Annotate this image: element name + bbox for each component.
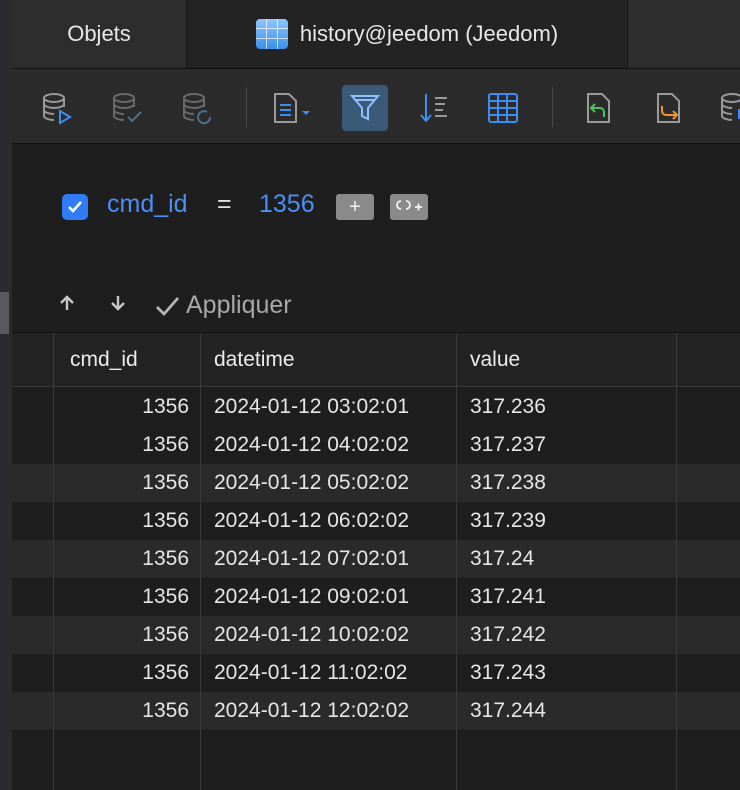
document-menu-icon[interactable]: [268, 85, 314, 131]
apply-filter-button[interactable]: Appliquer: [154, 291, 292, 320]
table-row[interactable]: 1356 2024-01-12 09:02:01 317.241: [12, 578, 740, 616]
column-header-value[interactable]: value: [470, 333, 520, 386]
column-divider: [53, 333, 54, 790]
redo-orange-icon[interactable]: [646, 85, 692, 131]
cell-cmd-id[interactable]: 1356: [54, 692, 189, 730]
database-partial-icon[interactable]: [712, 85, 740, 131]
tab-history-jeedom[interactable]: history@jeedom (Jeedom): [187, 0, 628, 68]
tab-bar: Objets history@jeedom (Jeedom): [12, 0, 740, 69]
cell-datetime[interactable]: 2024-01-12 09:02:01: [214, 578, 409, 616]
filter-icon[interactable]: [342, 85, 388, 131]
filter-panel: cmd_id = 1356 + Appliquer: [12, 144, 740, 333]
table-row[interactable]: 1356 2024-01-12 06:02:02 317.239: [12, 502, 740, 540]
cell-cmd-id[interactable]: 1356: [54, 426, 189, 464]
apply-check-icon: [156, 296, 180, 316]
tab-objets[interactable]: Objets: [12, 0, 187, 68]
filter-column-selector[interactable]: cmd_id: [107, 190, 188, 219]
cell-datetime[interactable]: 2024-01-12 04:02:02: [214, 426, 409, 464]
cell-datetime[interactable]: 2024-01-12 11:02:02: [214, 654, 407, 692]
table-grid-icon[interactable]: [480, 85, 526, 131]
toolbar-separator: [246, 87, 247, 127]
cell-value[interactable]: 317.241: [470, 578, 546, 616]
table-row[interactable]: 1356 2024-01-12 07:02:01 317.24: [12, 540, 740, 578]
column-divider: [456, 333, 457, 790]
results-table: cmd_id datetime value 1356 2024-01-12 03:…: [12, 333, 740, 790]
cell-value[interactable]: 317.237: [470, 426, 546, 464]
table-icon: [255, 19, 288, 49]
tab-label: history@jeedom (Jeedom): [299, 21, 559, 46]
toolbar-separator: [552, 87, 553, 127]
table-row[interactable]: 1356 2024-01-12 04:02:02 317.237: [12, 426, 740, 464]
move-down-arrow-icon[interactable]: [107, 292, 129, 314]
cell-datetime[interactable]: 2024-01-12 05:02:02: [214, 464, 409, 502]
database-run-icon[interactable]: [34, 85, 80, 131]
cell-value[interactable]: 317.238: [470, 464, 546, 502]
sort-icon[interactable]: [410, 85, 456, 131]
database-check-icon[interactable]: [104, 85, 150, 131]
filter-value-field[interactable]: 1356: [259, 190, 315, 219]
cell-value[interactable]: 317.236: [470, 388, 546, 426]
apply-label: Appliquer: [186, 291, 292, 319]
table-row[interactable]: 1356 2024-01-12 11:02:02 317.243: [12, 654, 740, 692]
cell-value[interactable]: 317.243: [470, 654, 546, 692]
tab-label: Objets: [67, 21, 131, 46]
column-divider: [676, 333, 677, 790]
column-header-cmd-id[interactable]: cmd_id: [70, 333, 138, 386]
cell-datetime[interactable]: 2024-01-12 06:02:02: [214, 502, 409, 540]
column-header-datetime[interactable]: datetime: [214, 333, 295, 386]
table-row[interactable]: 1356 2024-01-12 10:02:02 317.242: [12, 616, 740, 654]
cell-cmd-id[interactable]: 1356: [54, 540, 189, 578]
cell-datetime[interactable]: 2024-01-12 12:02:02: [214, 692, 409, 730]
undo-green-icon[interactable]: [576, 85, 622, 131]
cell-cmd-id[interactable]: 1356: [54, 502, 189, 540]
column-divider: [200, 333, 201, 790]
add-group-icon: [396, 200, 422, 211]
scrollbar-thumb[interactable]: [0, 292, 9, 334]
filter-enabled-checkbox[interactable]: [62, 194, 88, 220]
checkmark-icon: [68, 201, 82, 213]
cell-datetime[interactable]: 2024-01-12 10:02:02: [214, 616, 409, 654]
database-refresh-icon[interactable]: [174, 85, 220, 131]
table-header: cmd_id datetime value: [12, 333, 740, 387]
table-row[interactable]: 1356 2024-01-12 05:02:02 317.238: [12, 464, 740, 502]
toolbar: [12, 69, 740, 144]
cell-value[interactable]: 317.244: [470, 692, 546, 730]
table-row[interactable]: 1356 2024-01-12 03:02:01 317.236: [12, 388, 740, 426]
filter-operator-selector[interactable]: =: [217, 190, 232, 219]
cell-cmd-id[interactable]: 1356: [54, 578, 189, 616]
add-group-button[interactable]: [390, 194, 428, 220]
cell-value[interactable]: 317.239: [470, 502, 546, 540]
table-row[interactable]: 1356 2024-01-12 12:02:02 317.244: [12, 692, 740, 730]
cell-cmd-id[interactable]: 1356: [54, 388, 189, 426]
cell-cmd-id[interactable]: 1356: [54, 654, 189, 692]
cell-value[interactable]: 317.242: [470, 616, 546, 654]
add-condition-button[interactable]: +: [336, 194, 374, 220]
add-condition-label: +: [349, 195, 361, 218]
move-up-arrow-icon[interactable]: [56, 292, 78, 314]
cell-datetime[interactable]: 2024-01-12 03:02:01: [214, 388, 409, 426]
cell-value[interactable]: 317.24: [470, 540, 534, 578]
cell-cmd-id[interactable]: 1356: [54, 616, 189, 654]
cell-cmd-id[interactable]: 1356: [54, 464, 189, 502]
cell-datetime[interactable]: 2024-01-12 07:02:01: [214, 540, 409, 578]
